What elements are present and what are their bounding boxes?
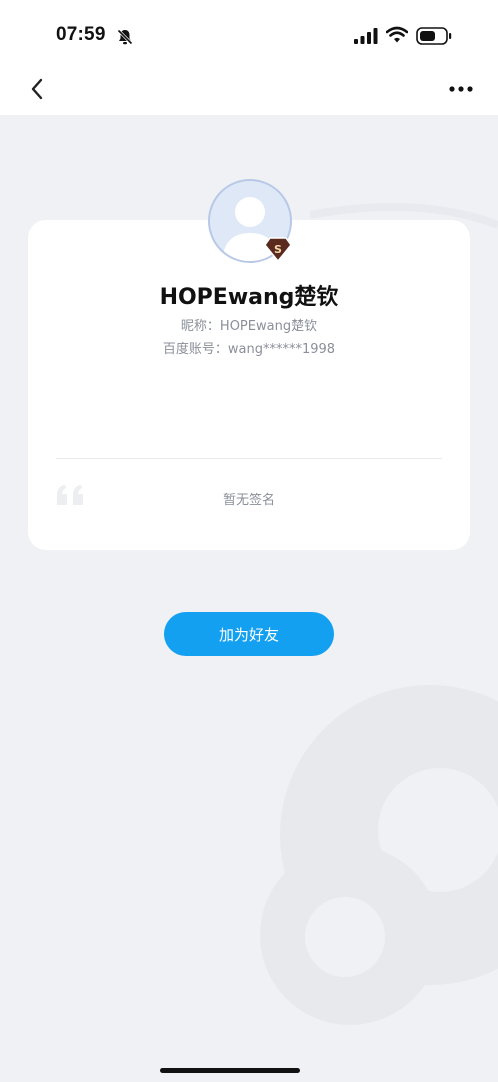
battery-icon xyxy=(416,27,452,45)
display-name: HOPEwang楚钦 xyxy=(159,285,339,310)
svg-text:S: S xyxy=(274,243,282,256)
nav-bar xyxy=(0,70,498,115)
level-badge-icon: S xyxy=(264,237,292,262)
signature-text: 暂无签名 xyxy=(222,493,275,508)
status-bar: 07:59 xyxy=(0,0,498,70)
status-time: 07:59 xyxy=(56,24,106,45)
add-friend-button[interactable]: 加为好友 xyxy=(164,612,334,656)
account-line: 百度账号：wang******1998 xyxy=(162,342,336,357)
cellular-signal-icon xyxy=(354,28,378,44)
bell-slash-icon xyxy=(116,28,134,46)
more-dots-icon[interactable] xyxy=(444,78,478,100)
home-indicator[interactable] xyxy=(160,1068,300,1073)
wifi-icon xyxy=(386,26,408,43)
nickname-line: 昵称：HOPEwang楚钦 xyxy=(180,319,318,334)
chevron-left-icon[interactable] xyxy=(26,76,48,102)
divider xyxy=(56,458,442,459)
